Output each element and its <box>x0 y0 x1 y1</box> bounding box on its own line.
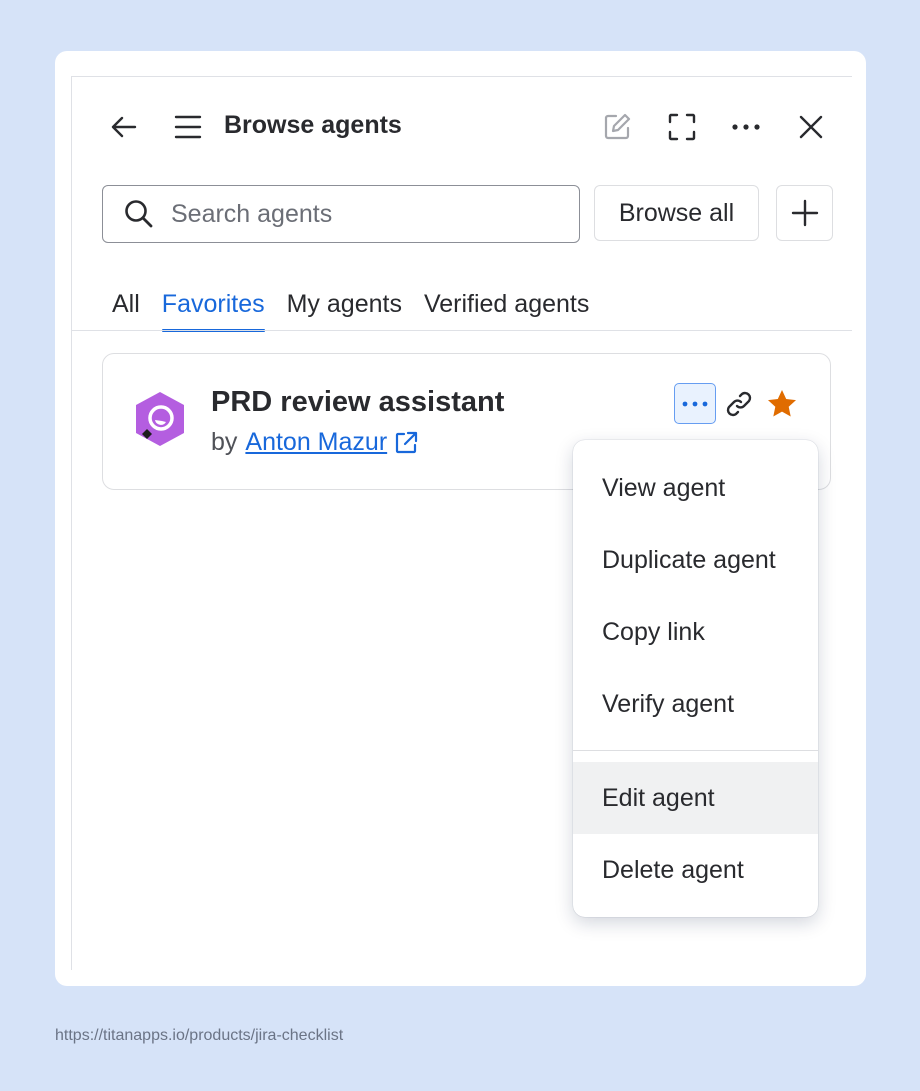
more-horizontal-icon <box>682 401 708 406</box>
copy-link-button[interactable] <box>719 384 759 424</box>
menu-item-delete-agent[interactable]: Delete agent <box>573 834 818 906</box>
tab-my-agents[interactable]: My agents <box>287 289 402 331</box>
agent-actions-menu: View agent Duplicate agent Copy link Ver… <box>573 440 818 917</box>
close-button[interactable] <box>791 107 831 147</box>
page-title: Browse agents <box>224 111 402 139</box>
agents-panel: Browse agents Search agents Browse all A… <box>71 76 852 970</box>
menu-item-copy-link[interactable]: Copy link <box>573 596 818 668</box>
more-horizontal-icon <box>732 124 760 130</box>
favorite-button[interactable] <box>762 384 802 424</box>
agent-tabs: All Favorites My agents Verified agents <box>112 289 611 332</box>
tab-favorites[interactable]: Favorites <box>161 289 265 332</box>
more-options-button[interactable] <box>726 107 766 147</box>
agent-by-prefix: by <box>211 428 238 456</box>
agent-avatar-icon <box>136 392 184 446</box>
menu-item-verify-agent[interactable]: Verify agent <box>573 668 818 740</box>
browse-all-button[interactable]: Browse all <box>594 185 759 241</box>
tab-all[interactable]: All <box>112 289 140 331</box>
source-url: https://titanapps.io/products/jira-check… <box>55 1027 344 1044</box>
plus-icon <box>791 199 818 227</box>
star-icon <box>768 390 796 417</box>
agent-name: PRD review assistant <box>211 386 505 418</box>
edit-icon <box>604 113 631 140</box>
browse-all-label: Browse all <box>618 198 735 227</box>
external-link-icon[interactable] <box>393 430 419 456</box>
search-icon <box>125 200 153 228</box>
fullscreen-button[interactable] <box>662 107 702 147</box>
menu-item-edit-agent[interactable]: Edit agent <box>573 762 818 834</box>
hamburger-menu-icon <box>174 115 202 139</box>
fullscreen-icon <box>668 113 696 141</box>
agent-author-line: by Anton Mazur <box>211 428 419 457</box>
edit-button[interactable] <box>597 107 637 147</box>
menu-item-view-agent[interactable]: View agent <box>573 452 818 524</box>
add-agent-button[interactable] <box>776 185 833 241</box>
menu-item-duplicate-agent[interactable]: Duplicate agent <box>573 524 818 596</box>
close-icon <box>799 115 823 139</box>
menu-divider <box>573 750 818 751</box>
menu-button[interactable] <box>168 107 208 147</box>
agent-author-link[interactable]: Anton Mazur <box>245 428 387 457</box>
browse-agents-card: Browse agents Search agents Browse all A… <box>55 51 866 986</box>
search-input[interactable] <box>169 198 553 230</box>
tab-verified-agents[interactable]: Verified agents <box>424 289 589 331</box>
link-icon <box>726 391 752 417</box>
tabs-divider <box>72 330 852 331</box>
agent-more-button[interactable] <box>674 383 716 424</box>
search-box[interactable] <box>102 185 580 243</box>
arrow-left-icon <box>111 116 137 138</box>
back-button[interactable] <box>104 107 144 147</box>
